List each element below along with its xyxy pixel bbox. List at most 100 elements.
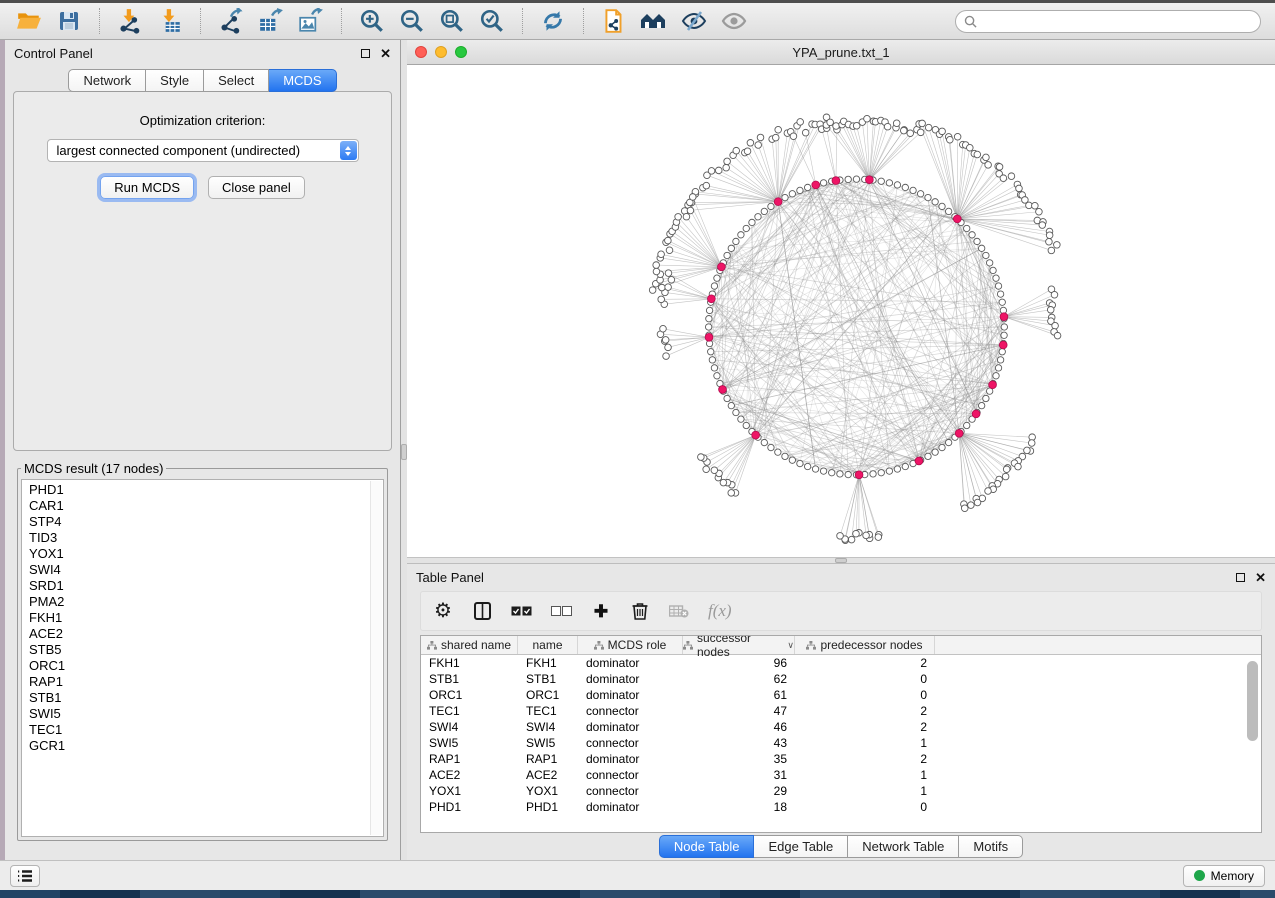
- table-cell[interactable]: 29: [683, 784, 795, 798]
- mcds-result-item[interactable]: YOX1: [29, 546, 369, 562]
- float-panel-icon[interactable]: [1236, 573, 1245, 582]
- mcds-result-item[interactable]: FKH1: [29, 610, 369, 626]
- column-header-mcds-role[interactable]: MCDS role: [578, 636, 683, 654]
- toggle-panel-mode-icon[interactable]: [472, 602, 492, 620]
- tab-network-table[interactable]: Network Table: [848, 835, 959, 858]
- table-cell[interactable]: 47: [683, 704, 795, 718]
- table-cell[interactable]: dominator: [578, 800, 683, 814]
- table-row[interactable]: SWI4SWI4dominator462: [421, 719, 1261, 735]
- table-row[interactable]: SWI5SWI5connector431: [421, 735, 1261, 751]
- tab-style[interactable]: Style: [146, 69, 204, 92]
- table-cell[interactable]: dominator: [578, 656, 683, 670]
- mcds-result-item[interactable]: TEC1: [29, 722, 369, 738]
- tab-edge-table[interactable]: Edge Table: [754, 835, 848, 858]
- table-row[interactable]: STB1STB1dominator620: [421, 671, 1261, 687]
- mcds-result-item[interactable]: RAP1: [29, 674, 369, 690]
- table-scrollbar-thumb[interactable]: [1247, 661, 1258, 741]
- mcds-result-item[interactable]: ACE2: [29, 626, 369, 642]
- import-network-button[interactable]: [111, 6, 149, 36]
- mcds-result-item[interactable]: GCR1: [29, 738, 369, 754]
- table-cell[interactable]: connector: [578, 704, 683, 718]
- table-cell[interactable]: 31: [683, 768, 795, 782]
- add-column-icon[interactable]: ✚: [591, 603, 611, 620]
- table-cell[interactable]: 2: [795, 656, 935, 670]
- window-zoom-button[interactable]: [455, 46, 467, 58]
- tab-motifs[interactable]: Motifs: [959, 835, 1023, 858]
- table-cell[interactable]: FKH1: [518, 656, 578, 670]
- table-cell[interactable]: SWI5: [421, 736, 518, 750]
- table-cell[interactable]: FKH1: [421, 656, 518, 670]
- table-cell[interactable]: TEC1: [421, 704, 518, 718]
- task-history-button[interactable]: [10, 865, 40, 887]
- table-cell[interactable]: 35: [683, 752, 795, 766]
- mcds-result-item[interactable]: SRD1: [29, 578, 369, 594]
- table-cell[interactable]: dominator: [578, 672, 683, 686]
- float-panel-icon[interactable]: [361, 49, 370, 58]
- table-cell[interactable]: RAP1: [518, 752, 578, 766]
- close-panel-button[interactable]: Close panel: [208, 176, 305, 199]
- memory-button[interactable]: Memory: [1183, 865, 1265, 887]
- run-mcds-button[interactable]: Run MCDS: [100, 176, 194, 199]
- tab-network[interactable]: Network: [68, 69, 146, 92]
- table-row[interactable]: TEC1TEC1connector472: [421, 703, 1261, 719]
- mcds-result-item[interactable]: STB1: [29, 690, 369, 706]
- tab-select[interactable]: Select: [204, 69, 269, 92]
- apply-layout-button[interactable]: [534, 6, 572, 36]
- table-cell[interactable]: SWI4: [421, 720, 518, 734]
- zoom-out-button[interactable]: [393, 6, 431, 36]
- mcds-result-item[interactable]: TID3: [29, 530, 369, 546]
- zoom-fit-button[interactable]: [433, 6, 471, 36]
- search-input[interactable]: [983, 13, 1252, 29]
- table-cell[interactable]: 43: [683, 736, 795, 750]
- mcds-list-scrollbar[interactable]: [370, 481, 382, 835]
- splitter-handle[interactable]: [835, 558, 847, 563]
- new-network-from-selection-button[interactable]: [595, 6, 633, 36]
- table-cell[interactable]: 1: [795, 784, 935, 798]
- table-cell[interactable]: YOX1: [518, 784, 578, 798]
- table-cell[interactable]: SWI4: [518, 720, 578, 734]
- export-image-button[interactable]: [292, 6, 330, 36]
- tab-node-table[interactable]: Node Table: [659, 835, 755, 858]
- table-cell[interactable]: ORC1: [421, 688, 518, 702]
- delete-column-icon[interactable]: [630, 602, 650, 620]
- table-row[interactable]: FKH1FKH1dominator962: [421, 655, 1261, 671]
- hide-selected-button[interactable]: [675, 6, 713, 36]
- mcds-result-item[interactable]: STP4: [29, 514, 369, 530]
- table-cell[interactable]: 2: [795, 704, 935, 718]
- table-cell[interactable]: 2: [795, 752, 935, 766]
- zoom-in-button[interactable]: [353, 6, 391, 36]
- table-cell[interactable]: RAP1: [421, 752, 518, 766]
- column-header-predecessor-nodes[interactable]: predecessor nodes: [795, 636, 935, 654]
- table-cell[interactable]: 1: [795, 768, 935, 782]
- mcds-result-item[interactable]: ORC1: [29, 658, 369, 674]
- table-cell[interactable]: YOX1: [421, 784, 518, 798]
- table-cell[interactable]: ORC1: [518, 688, 578, 702]
- table-cell[interactable]: 0: [795, 688, 935, 702]
- table-cell[interactable]: dominator: [578, 752, 683, 766]
- table-row[interactable]: YOX1YOX1connector291: [421, 783, 1261, 799]
- close-panel-icon[interactable]: ✕: [380, 47, 391, 60]
- table-cell[interactable]: dominator: [578, 720, 683, 734]
- column-settings-gear-icon[interactable]: ⚙: [433, 601, 453, 621]
- table-row[interactable]: ORC1ORC1dominator610: [421, 687, 1261, 703]
- import-table-button[interactable]: [151, 6, 189, 36]
- column-header-shared-name[interactable]: shared name: [421, 636, 518, 654]
- mcds-result-item[interactable]: SWI5: [29, 706, 369, 722]
- table-cell[interactable]: 1: [795, 736, 935, 750]
- table-cell[interactable]: connector: [578, 736, 683, 750]
- mcds-result-item[interactable]: PMA2: [29, 594, 369, 610]
- column-header-successor-nodes[interactable]: successor nodes∨: [683, 636, 795, 654]
- criterion-select[interactable]: largest connected component (undirected): [47, 139, 359, 162]
- open-session-button[interactable]: [10, 6, 48, 36]
- column-header-name[interactable]: name: [518, 636, 578, 654]
- table-cell[interactable]: connector: [578, 768, 683, 782]
- mcds-result-item[interactable]: STB5: [29, 642, 369, 658]
- show-all-button[interactable]: [635, 6, 673, 36]
- deselect-all-columns-icon[interactable]: [551, 606, 572, 616]
- mcds-result-item[interactable]: PHD1: [29, 482, 369, 498]
- table-cell[interactable]: 2: [795, 720, 935, 734]
- mcds-result-item[interactable]: SWI4: [29, 562, 369, 578]
- table-cell[interactable]: 61: [683, 688, 795, 702]
- close-panel-icon[interactable]: ✕: [1255, 571, 1266, 584]
- table-cell[interactable]: ACE2: [518, 768, 578, 782]
